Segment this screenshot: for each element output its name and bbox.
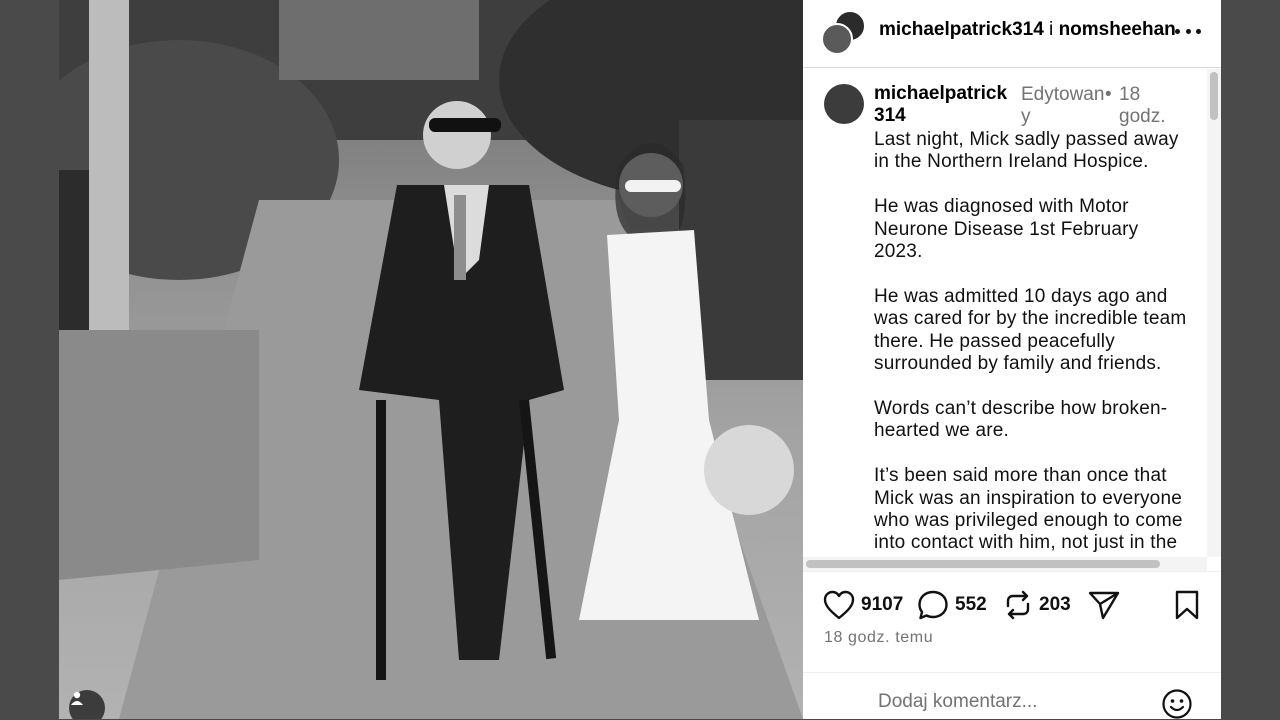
- repost-count[interactable]: 203: [1039, 594, 1071, 616]
- comment-button[interactable]: 552: [917, 590, 987, 620]
- backdrop-left: [0, 0, 59, 719]
- vertical-scrollbar[interactable]: [1207, 69, 1221, 557]
- post-header: michaelpatrick314 i nomsheehan: [803, 0, 1221, 68]
- edited-label: Edytowany: [1021, 84, 1105, 127]
- comment-count[interactable]: 552: [955, 594, 987, 616]
- horizontal-scroll-thumb[interactable]: [806, 560, 1160, 568]
- backdrop-right: [1221, 0, 1280, 719]
- avatar: [821, 23, 853, 55]
- like-button[interactable]: 9107: [823, 590, 903, 620]
- tagged-user-icon[interactable]: [69, 690, 105, 719]
- post-details-panel: michaelpatrick314 i nomsheehan michaelpa…: [803, 0, 1221, 719]
- bookmark-icon: [1175, 590, 1199, 620]
- like-count[interactable]: 9107: [861, 594, 903, 616]
- author-joiner: i: [1049, 19, 1054, 40]
- action-bar: 9107 552 203 18 godz. temu: [803, 571, 1221, 655]
- separator-dot: •: [1105, 84, 1112, 105]
- comment-icon: [918, 590, 948, 620]
- wedding-photo-illustration: [59, 0, 803, 719]
- avatar[interactable]: [824, 84, 864, 124]
- caption-area[interactable]: michaelpatrick314 Edytowany • 18 godz. L…: [803, 69, 1221, 557]
- repost-icon: [1006, 590, 1030, 620]
- post-photo[interactable]: [59, 0, 803, 719]
- heart-icon: [823, 590, 855, 620]
- vertical-scroll-thumb[interactable]: [1210, 72, 1218, 120]
- comment-bar: [803, 672, 1221, 719]
- share-button[interactable]: [1088, 590, 1120, 620]
- post-time-ago[interactable]: 18 godz. temu: [824, 629, 933, 647]
- save-button[interactable]: [1174, 590, 1200, 620]
- collab-avatars[interactable]: [821, 8, 867, 55]
- comment-input[interactable]: [878, 691, 1138, 713]
- collaborator-link[interactable]: nomsheehan: [1059, 19, 1176, 40]
- send-icon: [1088, 591, 1120, 620]
- caption-text: Last night, Mick sadly passed away in th…: [874, 129, 1187, 557]
- caption-username[interactable]: michaelpatrick314: [874, 83, 1014, 127]
- emoji-icon[interactable]: [1161, 688, 1193, 720]
- post-authors: michaelpatrick314 i nomsheehan: [879, 19, 1176, 41]
- more-icon[interactable]: [1175, 18, 1201, 44]
- repost-button[interactable]: 203: [1003, 590, 1071, 620]
- author-link[interactable]: michaelpatrick314: [879, 19, 1044, 40]
- caption-time[interactable]: 18 godz.: [1119, 84, 1179, 128]
